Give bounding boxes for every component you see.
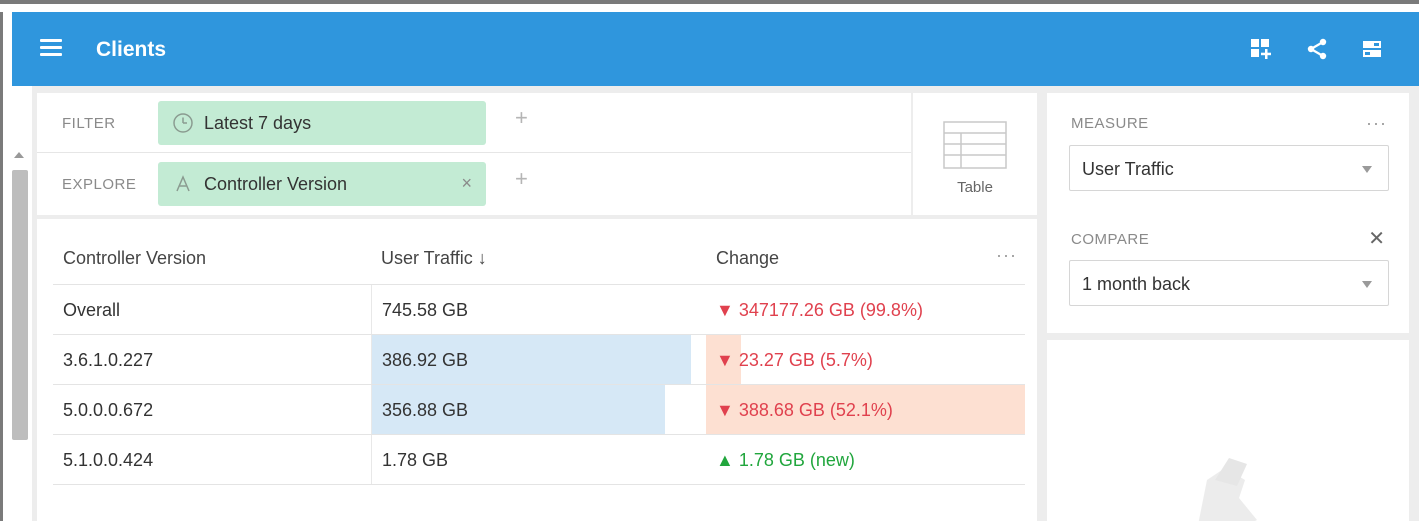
- chevron-down-icon: [1362, 166, 1372, 173]
- compare-label: COMPARE: [1071, 231, 1150, 248]
- dimension-A-icon: [172, 173, 194, 200]
- explore-row: EXPLORE Controller Version × +: [37, 154, 911, 214]
- filter-pill[interactable]: Latest 7 days: [158, 101, 486, 145]
- app-title: Clients: [96, 38, 167, 61]
- window-frame-top: [0, 0, 1419, 12]
- cell-change: ▼ 347177.26 GB (99.8%): [716, 300, 923, 320]
- cell-user-traffic: 356.88 GB: [371, 385, 706, 434]
- cell-user-traffic: 745.58 GB: [371, 285, 706, 334]
- cell-user-traffic: 1.78 GB: [371, 435, 706, 484]
- cell-controller-version: 3.6.1.0.227: [63, 350, 154, 370]
- add-filter-button[interactable]: +: [515, 105, 528, 131]
- explore-pill[interactable]: Controller Version ×: [158, 162, 486, 206]
- table-icon: [943, 121, 1007, 174]
- table-body: Overall 745.58 GB ▼ 347177.26 GB (99.8%) 3.…: [53, 285, 1025, 485]
- measure-select[interactable]: User Traffic: [1069, 145, 1389, 191]
- chevron-down-icon: [1362, 281, 1372, 288]
- measure-label: MEASURE: [1071, 115, 1149, 132]
- close-compare-icon[interactable]: ✕: [1368, 226, 1385, 251]
- scrollbar-thumb[interactable]: [12, 170, 28, 440]
- scroll-up-icon[interactable]: [14, 152, 24, 158]
- filter-pill-label: Latest 7 days: [204, 113, 312, 133]
- pinboard-panel: [1047, 340, 1409, 521]
- column-header-user-traffic[interactable]: User Traffic ↓: [371, 229, 706, 284]
- cell-controller-version: Overall: [63, 300, 121, 320]
- table-row[interactable]: 5.0.0.0.672 356.88 GB ▼ 388.68 GB (52.1%): [53, 385, 1025, 435]
- table-row[interactable]: 5.1.0.0.424 1.78 GB ▲ 1.78 GB (new): [53, 435, 1025, 485]
- table-header-row: Controller Version User Traffic ↓ Change…: [53, 229, 1025, 285]
- compare-select[interactable]: 1 month back: [1069, 260, 1389, 306]
- data-table-panel: Controller Version User Traffic ↓ Change…: [37, 219, 1037, 521]
- add-explore-button[interactable]: +: [515, 166, 528, 192]
- window-frame-left: [0, 12, 12, 521]
- table-row[interactable]: 3.6.1.0.227 386.92 GB ▼ 23.27 GB (5.7%): [53, 335, 1025, 385]
- cell-user-traffic: 386.92 GB: [371, 335, 706, 384]
- cell-change: ▲ 1.78 GB (new): [716, 450, 855, 470]
- clock-icon: [172, 112, 194, 139]
- explore-label: EXPLORE: [62, 176, 137, 193]
- filter-panel: FILTER Latest 7 days + EXPLORE Controlle: [37, 93, 911, 215]
- share-icon[interactable]: [1304, 36, 1330, 62]
- cell-controller-version: 5.0.0.0.672: [63, 400, 154, 420]
- cell-change: ▼ 388.68 GB (52.1%): [706, 385, 1025, 434]
- table-view-label: Table: [957, 179, 993, 196]
- table-more-icon[interactable]: ···: [996, 245, 1017, 266]
- table-row[interactable]: Overall 745.58 GB ▼ 347177.26 GB (99.8%): [53, 285, 1025, 335]
- column-header-change[interactable]: Change: [706, 229, 1025, 284]
- filter-row: FILTER Latest 7 days +: [37, 93, 911, 153]
- column-header-controller-version[interactable]: Controller Version: [53, 229, 371, 284]
- measure-select-value: User Traffic: [1082, 159, 1174, 179]
- explore-pill-label: Controller Version: [204, 174, 348, 194]
- compare-select-value: 1 month back: [1082, 274, 1191, 294]
- filter-label: FILTER: [62, 115, 116, 132]
- remove-explore-button[interactable]: ×: [461, 173, 472, 194]
- pin-icon: [1167, 450, 1287, 521]
- measure-compare-panel: MEASURE ··· User Traffic COMPARE ✕ 1 mon…: [1047, 93, 1409, 333]
- layout-icon[interactable]: [1359, 36, 1385, 62]
- cell-controller-version: 5.1.0.0.424: [63, 450, 154, 470]
- measure-more-icon[interactable]: ···: [1366, 113, 1387, 134]
- cell-change: ▼ 23.27 GB (5.7%): [706, 335, 1025, 384]
- top-app-bar: Clients: [12, 12, 1419, 86]
- data-table: Controller Version User Traffic ↓ Change…: [53, 229, 1025, 485]
- view-switcher-table[interactable]: Table: [913, 93, 1037, 215]
- add-tile-icon[interactable]: [1248, 36, 1274, 62]
- menu-icon[interactable]: [40, 39, 62, 57]
